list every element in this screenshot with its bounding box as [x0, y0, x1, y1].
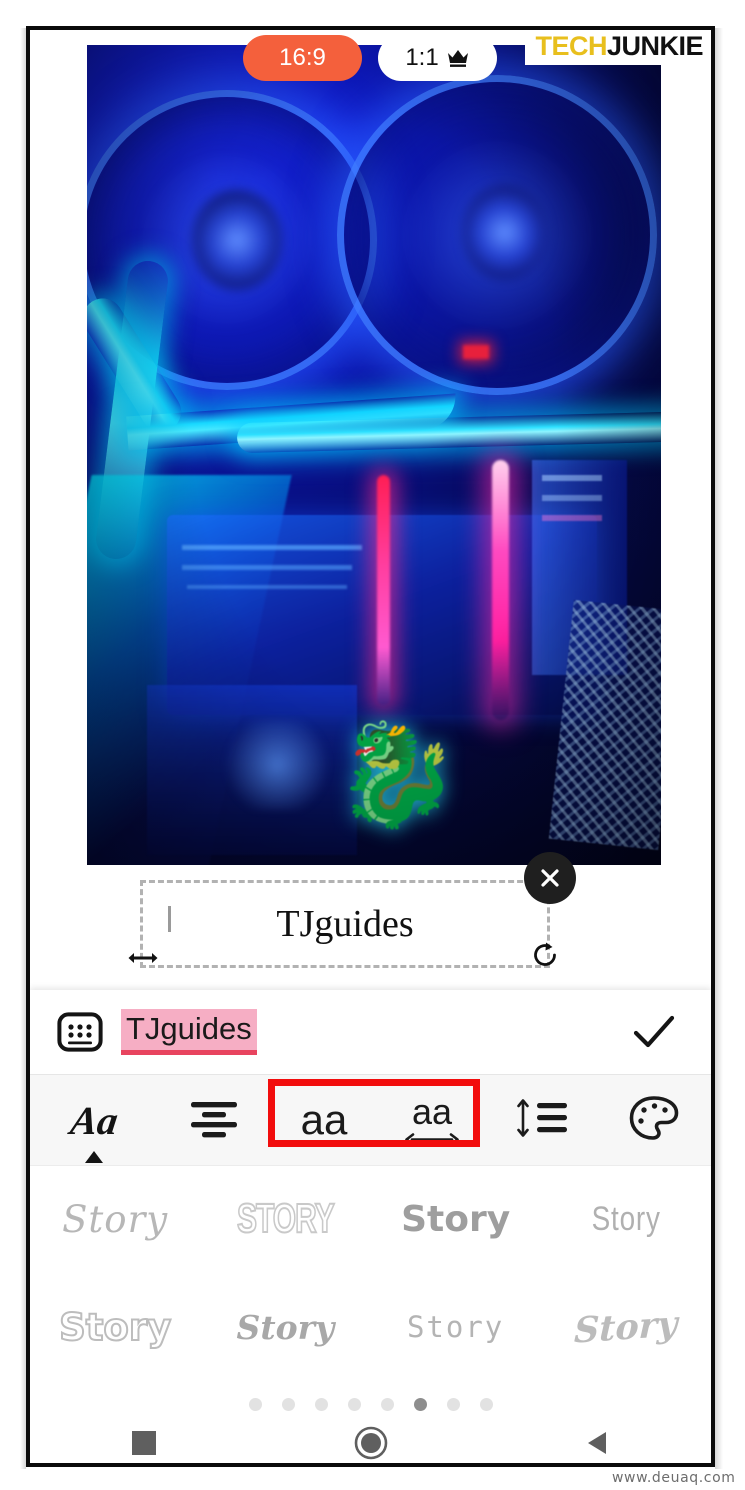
- text-editor-sheet: TJguides Aa aa aa Story STORY Story Stor…: [30, 990, 711, 1463]
- page-dot[interactable]: [347, 1397, 361, 1411]
- overlay-text-value[interactable]: TJguides: [140, 880, 550, 968]
- font-page-indicator[interactable]: [30, 1386, 711, 1422]
- font-size-label: aa: [300, 1096, 348, 1143]
- page-dot[interactable]: [281, 1397, 295, 1411]
- text-input-value[interactable]: TJguides: [121, 1009, 257, 1055]
- page-dot-active[interactable]: [413, 1397, 427, 1411]
- close-icon[interactable]: [524, 852, 576, 904]
- font-option-script[interactable]: Story: [62, 1198, 168, 1241]
- font-option-brush[interactable]: Story: [573, 1303, 678, 1351]
- letter-spacing-icon: aa: [404, 1090, 460, 1147]
- text-overlay[interactable]: TJguides: [128, 852, 576, 968]
- confirm-button[interactable]: [629, 1007, 679, 1057]
- font-option-bold-italic[interactable]: Story: [237, 1308, 335, 1347]
- text-format-toolbar: Aa aa aa: [30, 1075, 711, 1165]
- font-option-condensed[interactable]: Story: [591, 1200, 660, 1239]
- palette-icon: [628, 1094, 680, 1147]
- techjunkie-logo: TECHJUNKIE: [525, 30, 711, 65]
- android-nav-bar: [30, 1422, 711, 1463]
- page-dot[interactable]: [248, 1397, 262, 1411]
- font-option-outline-bold[interactable]: Story: [58, 1305, 172, 1350]
- rotate-handle-icon[interactable]: [524, 938, 566, 980]
- keyboard-icon[interactable]: [57, 1012, 103, 1052]
- text-color-button[interactable]: [598, 1075, 710, 1165]
- page-dot[interactable]: [479, 1397, 493, 1411]
- editor-canvas[interactable]: 🐉 16:9 1:1 TJguides: [30, 30, 711, 968]
- letter-spacing-button[interactable]: aa: [378, 1075, 486, 1165]
- aspect-ratio-1-1-button[interactable]: 1:1: [378, 35, 497, 81]
- line-spacing-button[interactable]: [486, 1075, 598, 1165]
- frame-border-bottom: [26, 1463, 715, 1467]
- font-size-button[interactable]: aa: [270, 1075, 378, 1165]
- page-root: 🐉 16:9 1:1 TJguides: [0, 0, 745, 1490]
- active-tab-indicator-icon: [85, 1151, 103, 1163]
- font-style-button[interactable]: Aa: [30, 1075, 158, 1165]
- aspect-ratio-16-9-label: 16:9: [279, 44, 326, 71]
- crown-icon: [446, 48, 470, 68]
- resize-handle-icon[interactable]: [122, 942, 164, 974]
- font-option-outline-caps[interactable]: STORY: [236, 1196, 335, 1243]
- font-option-mono[interactable]: Story: [407, 1310, 504, 1344]
- letter-spacing-label: aa: [411, 1090, 453, 1132]
- align-center-icon: [185, 1095, 243, 1146]
- home-button[interactable]: [334, 1422, 408, 1463]
- phone-screen: 🐉 16:9 1:1 TJguides: [30, 30, 711, 1463]
- text-input-field[interactable]: TJguides: [121, 1009, 629, 1055]
- text-align-button[interactable]: [158, 1075, 270, 1165]
- page-dot[interactable]: [314, 1397, 328, 1411]
- font-option-bold[interactable]: Story: [401, 1199, 510, 1240]
- photo-preview[interactable]: 🐉: [87, 45, 661, 865]
- aspect-ratio-1-1-label: 1:1: [405, 44, 439, 71]
- aspect-ratio-16-9-button[interactable]: 16:9: [243, 35, 362, 81]
- logo-junkie: JUNKIE: [606, 31, 704, 61]
- frame-shadow-right: [715, 28, 723, 1469]
- frame-border-right: [711, 26, 715, 1467]
- font-picker-grid: Story STORY Story Story Story Story Stor…: [30, 1166, 711, 1381]
- logo-tech: TECH: [535, 31, 607, 61]
- photo-vignette: [87, 45, 661, 865]
- text-input-row: TJguides: [30, 990, 711, 1074]
- line-spacing-icon: [511, 1095, 573, 1146]
- site-watermark: www.deuaq.com: [612, 1470, 736, 1486]
- page-dot[interactable]: [380, 1397, 394, 1411]
- page-dot[interactable]: [446, 1397, 460, 1411]
- horizontal-arrow-icon: [405, 1132, 459, 1146]
- back-button[interactable]: [561, 1422, 635, 1463]
- font-style-label: Aa: [67, 1097, 121, 1143]
- recents-button[interactable]: [107, 1422, 181, 1463]
